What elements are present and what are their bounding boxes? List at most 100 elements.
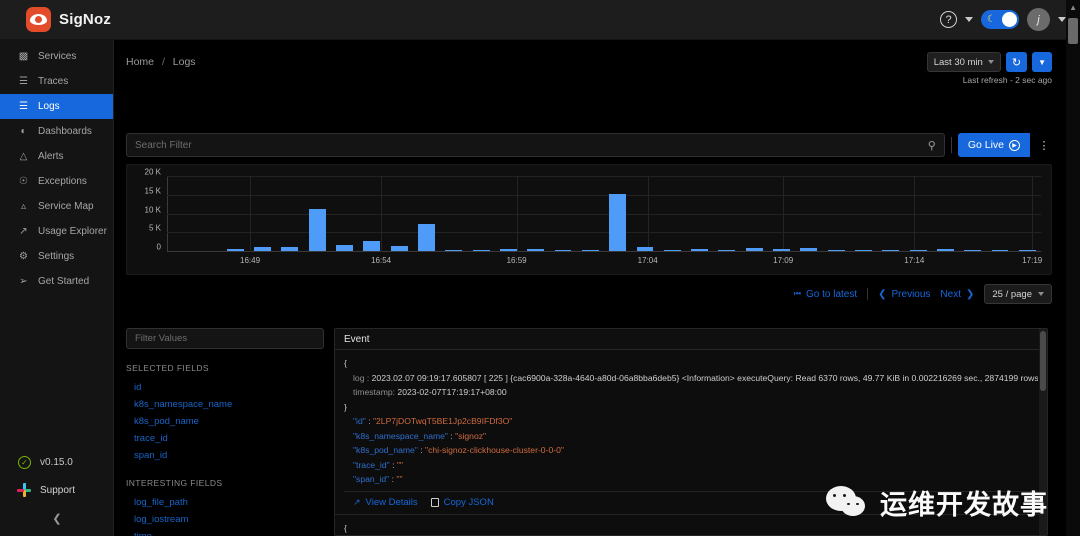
page-size-select[interactable]: 25 / page xyxy=(984,284,1052,304)
json-value: "signoz" xyxy=(455,430,487,441)
kebab-menu-icon[interactable]: ⋮ xyxy=(1036,133,1052,157)
chart-bar[interactable] xyxy=(281,246,299,251)
breadcrumb-separator: / xyxy=(161,56,165,68)
sidebar-label: Traces xyxy=(38,76,69,87)
sidebar-item-dashboards[interactable]: ◐ Dashboards xyxy=(0,119,113,144)
json-pair-span-id: "span_id" : "" xyxy=(344,472,1038,487)
chart-bar[interactable] xyxy=(254,246,272,251)
page-scrollbar[interactable]: ▲ xyxy=(1066,0,1080,536)
scroll-up-arrow[interactable]: ▲ xyxy=(1069,3,1077,12)
sidebar-label: Settings xyxy=(38,251,75,262)
chart-bar[interactable] xyxy=(745,248,763,251)
sidebar-item-exceptions[interactable]: ☉ Exceptions xyxy=(0,169,113,194)
theme-toggle[interactable]: ☾ xyxy=(981,10,1019,29)
chart-bar[interactable] xyxy=(636,246,654,251)
search-input-wrapper[interactable]: Search Filter ⚲ xyxy=(126,133,945,157)
chart-bar[interactable] xyxy=(691,248,709,251)
logs-histogram-chart[interactable]: 0 5 K 10 K 15 K 20 K 16:49 16:54 16:59 17:04 17:0… xyxy=(126,164,1052,275)
gridline-horizontal xyxy=(167,213,1041,215)
time-range-select[interactable]: Last 30 min xyxy=(926,52,1001,72)
previous-button[interactable]: ❮ Previous xyxy=(878,289,930,300)
chart-bar[interactable] xyxy=(472,249,490,251)
sidebar-item-traces[interactable]: ☰ Traces xyxy=(0,69,113,94)
refresh-options-button[interactable]: ▼ xyxy=(1032,52,1052,72)
go-to-latest-button[interactable]: ⏮ Go to latest xyxy=(794,289,857,300)
chart-bar[interactable] xyxy=(226,248,244,251)
field-item-trace-id[interactable]: trace_id xyxy=(126,430,324,447)
json-value: "chi-signoz-clickhouse-cluster-0-0-0" xyxy=(425,445,564,455)
question-circle-icon[interactable]: ? xyxy=(940,11,957,28)
json-key: "id" xyxy=(353,416,366,426)
field-item-time[interactable]: time xyxy=(126,528,324,536)
chart-bar[interactable] xyxy=(363,240,381,251)
sidebar-label: Get Started xyxy=(38,276,90,287)
sidebar-item-settings[interactable]: ⚙ Settings xyxy=(0,244,113,269)
chart-bar[interactable] xyxy=(1018,249,1036,251)
chart-bar[interactable] xyxy=(936,249,954,251)
chart-bar[interactable] xyxy=(964,249,982,251)
chart-bar[interactable] xyxy=(718,249,736,251)
support-row[interactable]: Support xyxy=(0,476,114,504)
field-item-log-file-path[interactable]: log_file_path xyxy=(126,494,324,511)
field-item-span-id[interactable]: span_id xyxy=(126,447,324,464)
log-entry[interactable]: { log : 2023.02.07 09:19:17.439792 [ 233… xyxy=(335,515,1047,536)
chart-bar[interactable] xyxy=(991,249,1009,251)
y-axis-tick-label: 15 K xyxy=(144,186,161,196)
chart-bar[interactable] xyxy=(418,224,435,251)
caret-down-icon-user[interactable] xyxy=(1058,17,1066,22)
next-button[interactable]: Next ❯ xyxy=(940,289,974,300)
log-entry[interactable]: { log : 2023.02.07 09:19:17.605807 [ 225… xyxy=(335,350,1047,515)
sidebar-item-service-map[interactable]: ▵ Service Map xyxy=(0,194,113,219)
search-input[interactable]: Search Filter xyxy=(135,140,928,151)
sidebar-item-logs[interactable]: ☰ Logs xyxy=(0,94,113,119)
chart-bar[interactable] xyxy=(609,194,627,251)
bar-chart-icon: ▩ xyxy=(18,51,29,62)
caret-down-icon-help[interactable] xyxy=(965,17,973,22)
refresh-button[interactable]: ↻ xyxy=(1005,52,1028,72)
moon-icon: ☾ xyxy=(987,14,996,25)
scrollbar-thumb[interactable] xyxy=(1068,18,1078,44)
breadcrumb-home[interactable]: Home xyxy=(126,56,154,68)
main-content: Home / Logs Last 30 min ↻ ▼ Last refresh… xyxy=(114,40,1066,536)
chart-bar[interactable] xyxy=(308,209,326,251)
view-details-button[interactable]: ↗ View Details xyxy=(353,497,418,508)
field-item-k8s-pod-name[interactable]: k8s_pod_name xyxy=(126,413,324,430)
sidebar-item-get-started[interactable]: ➢ Get Started xyxy=(0,269,113,294)
chart-bar[interactable] xyxy=(499,249,517,251)
menu-lines-icon: ☰ xyxy=(19,76,28,87)
filter-values-input[interactable]: Filter Values xyxy=(126,328,324,349)
chart-bar[interactable] xyxy=(554,249,572,251)
chart-bar[interactable] xyxy=(336,245,353,251)
chart-bar[interactable] xyxy=(800,248,818,251)
timestamp-line: timestamp: 2023-02-07T17:19:17+08:00 xyxy=(344,385,1038,400)
field-item-log-iostream[interactable]: log_iostream xyxy=(126,511,324,528)
view-details-label: View Details xyxy=(365,496,418,508)
sidebar-item-services[interactable]: ▩ Services xyxy=(0,44,113,69)
event-scrollbar[interactable] xyxy=(1039,329,1047,535)
chart-bar[interactable] xyxy=(445,249,463,251)
previous-label: Previous xyxy=(891,288,931,300)
next-label: Next xyxy=(940,288,961,300)
chart-bar[interactable] xyxy=(581,249,599,251)
chart-bar[interactable] xyxy=(773,249,790,251)
field-item-k8s-namespace-name[interactable]: k8s_namespace_name xyxy=(126,396,324,413)
chart-bar[interactable] xyxy=(909,249,927,251)
chart-bar[interactable] xyxy=(882,249,900,251)
search-icon[interactable]: ⚲ xyxy=(928,139,936,152)
fields-panel: Filter Values SELECTED FIELDS id k8s_nam… xyxy=(126,328,324,536)
chart-bar[interactable] xyxy=(390,245,408,251)
brand-logo[interactable]: SigNoz xyxy=(0,7,111,32)
chart-bar[interactable] xyxy=(527,249,545,251)
chart-bar[interactable] xyxy=(855,249,872,251)
chart-bar[interactable] xyxy=(827,249,845,251)
sidebar-item-usage-explorer[interactable]: ↗ Usage Explorer xyxy=(0,219,113,244)
field-item-id[interactable]: id xyxy=(126,379,324,396)
go-live-button[interactable]: Go Live ▶ xyxy=(957,133,1030,157)
copy-json-button[interactable]: Copy JSON xyxy=(430,497,494,508)
sidebar-item-alerts[interactable]: △ Alerts xyxy=(0,144,113,169)
sidebar-collapse-button[interactable]: ❮ xyxy=(0,504,114,532)
chart-bar[interactable] xyxy=(663,249,681,251)
signoz-eye-icon xyxy=(26,7,51,32)
avatar[interactable]: j xyxy=(1027,8,1050,31)
interesting-fields-title: INTERESTING FIELDS xyxy=(126,478,223,488)
